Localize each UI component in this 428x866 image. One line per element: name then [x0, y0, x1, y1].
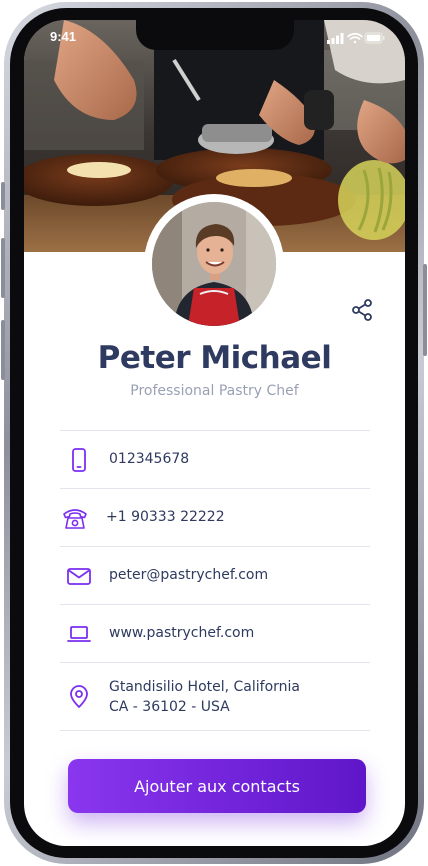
profile-photo	[152, 202, 276, 326]
chef-portrait-illustration	[152, 202, 276, 326]
status-time: 9:41	[50, 29, 77, 44]
notch	[136, 20, 294, 50]
volume-down-button	[1, 320, 5, 380]
profile-title: Professional Pastry Chef	[130, 383, 299, 399]
address-line-2: CA - 36102 - USA	[109, 699, 230, 715]
location-pin-icon	[70, 685, 88, 708]
mute-switch	[1, 182, 5, 210]
power-button	[423, 264, 427, 356]
contact-row-landline[interactable]: +1 90333 22222	[60, 488, 370, 546]
contact-address: Gtandisilio Hotel, California CA - 36102…	[109, 677, 300, 717]
status-icons	[327, 32, 385, 44]
profile-avatar	[144, 194, 284, 334]
share-icon[interactable]	[350, 298, 374, 322]
laptop-icon	[67, 626, 91, 642]
landline-phone-icon	[63, 509, 87, 529]
contact-mobile-value: 012345678	[109, 451, 190, 467]
contact-row-address[interactable]: Gtandisilio Hotel, California CA - 36102…	[60, 662, 370, 731]
contact-email-value: peter@pastrychef.com	[109, 567, 269, 583]
contact-list: 012345678 +1 90333 22222 peter@pastryche…	[60, 430, 370, 731]
contact-row-email[interactable]: peter@pastrychef.com	[60, 546, 370, 604]
contact-landline-value: +1 90333 22222	[106, 509, 225, 525]
contact-website-value: www.pastrychef.com	[109, 625, 255, 641]
email-icon	[67, 568, 91, 585]
screen: 9:41 Peter Michael Professional Pastry C…	[24, 20, 405, 846]
signal-icon	[327, 33, 344, 44]
contact-row-website[interactable]: www.pastrychef.com	[60, 604, 370, 662]
wifi-icon	[347, 32, 363, 44]
mobile-phone-icon	[72, 448, 86, 472]
volume-up-button	[1, 238, 5, 298]
battery-icon	[364, 32, 385, 44]
address-line-1: Gtandisilio Hotel, California	[109, 679, 301, 695]
profile-name: Peter Michael	[97, 340, 332, 376]
contact-row-mobile[interactable]: 012345678	[60, 430, 370, 488]
add-to-contacts-button[interactable]: Ajouter aux contacts	[68, 759, 366, 813]
